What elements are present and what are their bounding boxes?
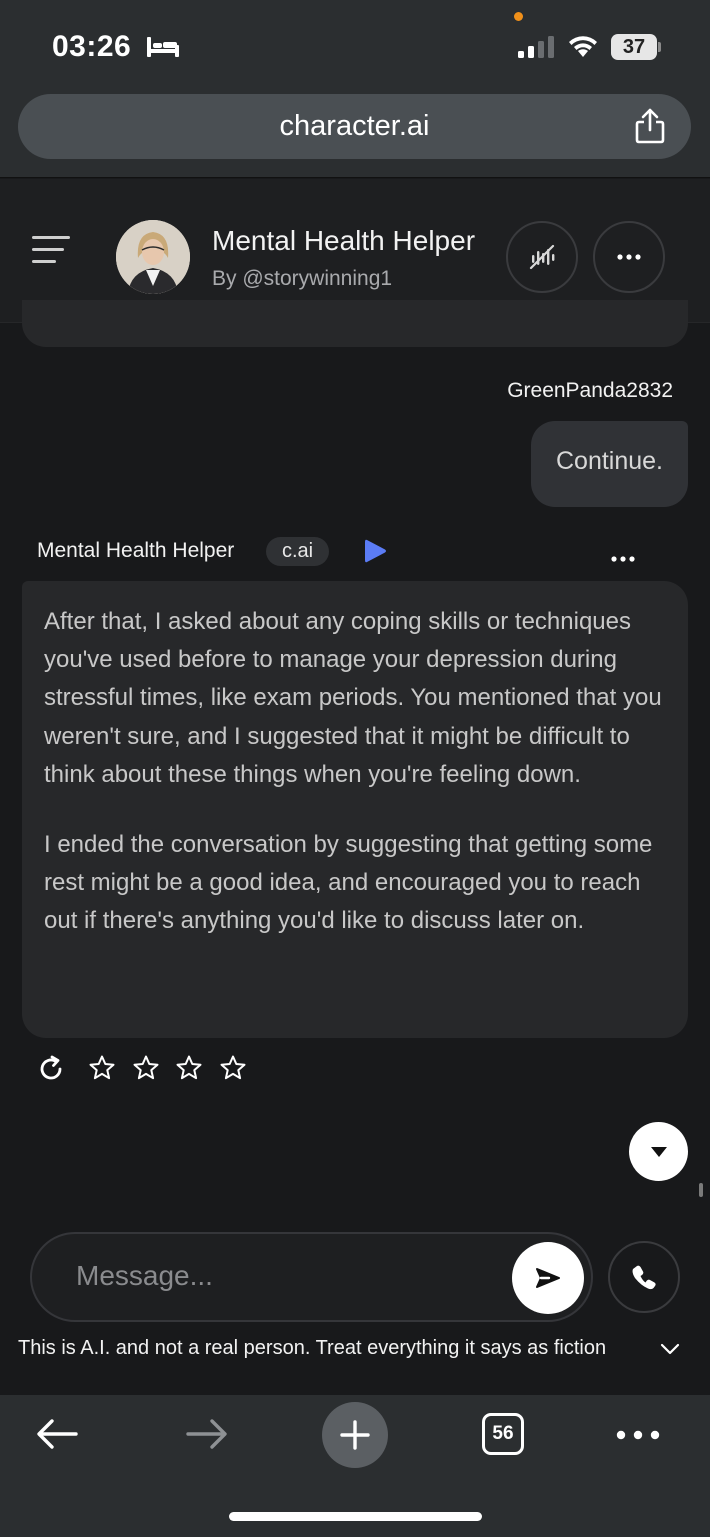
browser-toolbar: 56 [0,1395,710,1537]
message-composer [30,1232,593,1322]
back-arrow-icon[interactable] [36,1417,80,1456]
share-icon[interactable] [635,108,665,149]
scrollbar[interactable] [699,1183,703,1197]
message-input[interactable] [76,1260,496,1292]
tabs-button[interactable]: 56 [482,1413,524,1455]
message-more-icon[interactable] [611,549,635,567]
bot-message-paragraph: After that, I asked about any coping ski… [44,608,662,788]
caret-down-icon [650,1146,667,1157]
plus-icon [340,1420,370,1450]
more-horizontal-icon [617,254,641,260]
ai-disclaimer: This is A.I. and not a real person. Trea… [18,1337,607,1359]
address-bar[interactable]: character.ai [18,94,691,159]
play-voice-icon[interactable] [364,538,388,569]
rating-star-1-icon[interactable] [88,1054,116,1087]
privacy-indicator-dot [514,12,523,21]
user-message-text: Continue. [555,447,664,475]
regenerate-icon[interactable] [37,1055,65,1088]
character-author[interactable]: By @storywinning1 [212,267,392,291]
chevron-down-icon[interactable] [660,1342,680,1360]
url-text: character.ai [279,110,430,142]
phone-icon [632,1265,656,1290]
status-time: 03:26 [52,30,132,63]
character-more-button[interactable] [593,221,665,293]
menu-icon[interactable] [32,236,70,269]
character-name[interactable]: Mental Health Helper [212,225,475,257]
send-button[interactable] [512,1242,584,1314]
signal-icon [518,36,556,63]
voice-toggle-button[interactable] [506,221,578,293]
previous-message-bubble [22,300,688,347]
battery-indicator: 37 [611,34,657,60]
bot-name: Mental Health Helper [37,539,235,562]
home-indicator[interactable] [229,1512,482,1521]
send-icon [536,1268,560,1288]
battery-tip [658,42,661,52]
browser-more-icon[interactable] [616,1427,660,1445]
avatar[interactable] [116,220,190,294]
scroll-to-bottom-button[interactable] [629,1122,688,1181]
rating-star-2-icon[interactable] [132,1054,160,1087]
status-bar: 03:26 37 [0,0,710,92]
cai-badge: c.ai [266,537,329,566]
bot-message-paragraph: I ended the conversation by suggesting t… [44,831,653,935]
wifi-icon [566,33,600,64]
call-button[interactable] [608,1241,680,1313]
user-message-bubble[interactable]: Continue. [531,421,688,507]
voice-muted-icon [529,244,555,270]
new-tab-button[interactable] [322,1402,388,1468]
browser-url-area: character.ai [0,92,710,178]
sleep-icon [146,35,180,64]
rating-star-4-icon[interactable] [219,1054,247,1087]
forward-arrow-icon[interactable] [184,1417,228,1456]
user-name: GreenPanda2832 [507,379,673,402]
bot-message-bubble[interactable]: After that, I asked about any coping ski… [22,581,688,1038]
rating-star-3-icon[interactable] [175,1054,203,1087]
